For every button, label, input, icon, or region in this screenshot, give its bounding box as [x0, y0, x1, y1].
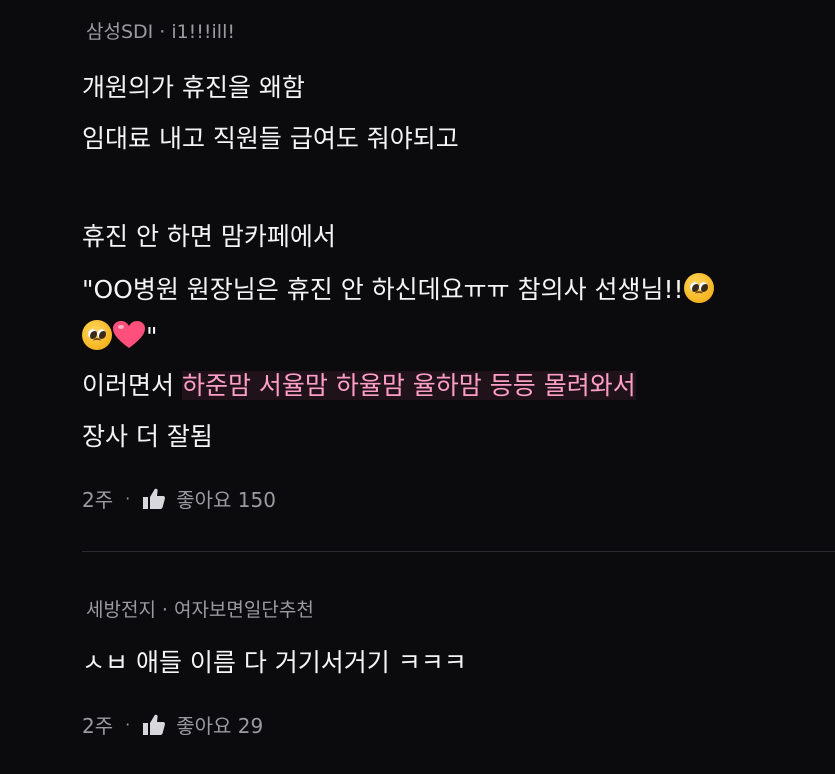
author-name[interactable]: 세방전지: [86, 599, 156, 621]
pleading-face-emoji: [683, 273, 714, 303]
thumbs-up-icon: [143, 488, 166, 509]
comment-meta: 2주 · 좋아요 29: [82, 710, 263, 739]
comment-line: 장사 더 잘됨: [82, 422, 213, 451]
comment-line: 이러면서 하준맘 서율맘 하율맘 율하맘 등등 몰려와서: [82, 371, 636, 401]
highlighted-text: 하준맘 서율맘 하율맘 율하맘 등등 몰려와서: [181, 371, 636, 400]
comment-header: 삼성SDI · i1!!!ill!: [86, 20, 235, 44]
header-separator: ·: [161, 599, 168, 621]
pleading-face-emoji: [82, 320, 112, 350]
author-badge: i1!!!ill!: [171, 21, 235, 43]
comment-time: 2주: [82, 714, 114, 738]
comment-line: "OO병원 원장님은 휴진 안 하신데요ㅠㅠ 참의사 선생님!!: [82, 273, 714, 305]
like-count: 좋아요 29: [176, 714, 264, 738]
heart-emoji: [113, 321, 145, 348]
comment-meta: 2주 · 좋아요 150: [82, 484, 276, 513]
comment-time: 2주: [82, 488, 114, 512]
thumbs-up-icon: [143, 714, 166, 735]
comment-header: 세방전지 · 여자보면일단추천: [86, 598, 314, 622]
comment-divider: [82, 551, 835, 552]
author-badge: 여자보면일단추천: [173, 599, 314, 621]
author-name[interactable]: 삼성SDI: [86, 21, 153, 43]
meta-dot: ·: [125, 489, 131, 508]
comment-line: ㅅㅂ 애들 이름 다 거기서거기 ㅋㅋㅋ: [82, 648, 467, 677]
comment-line: 임대료 내고 직원들 급여도 줘야되고: [82, 124, 459, 153]
comment-text: ": [146, 322, 158, 351]
comment-text: "OO병원 원장님은 휴진 안 하신데요ㅠㅠ 참의사 선생님!!: [82, 275, 684, 304]
like-button[interactable]: 좋아요 29: [142, 710, 263, 739]
comment-line: 휴진 안 하면 맘카페에서: [82, 222, 336, 251]
header-separator: ·: [159, 21, 166, 43]
meta-dot: ·: [125, 715, 131, 734]
comment-line: ": [82, 320, 158, 352]
comment-line: 개원의가 휴진을 왜함: [82, 73, 305, 102]
comment-text: 이러면서: [82, 371, 182, 400]
like-count: 좋아요 150: [176, 488, 276, 512]
like-button[interactable]: 좋아요 150: [142, 484, 276, 513]
